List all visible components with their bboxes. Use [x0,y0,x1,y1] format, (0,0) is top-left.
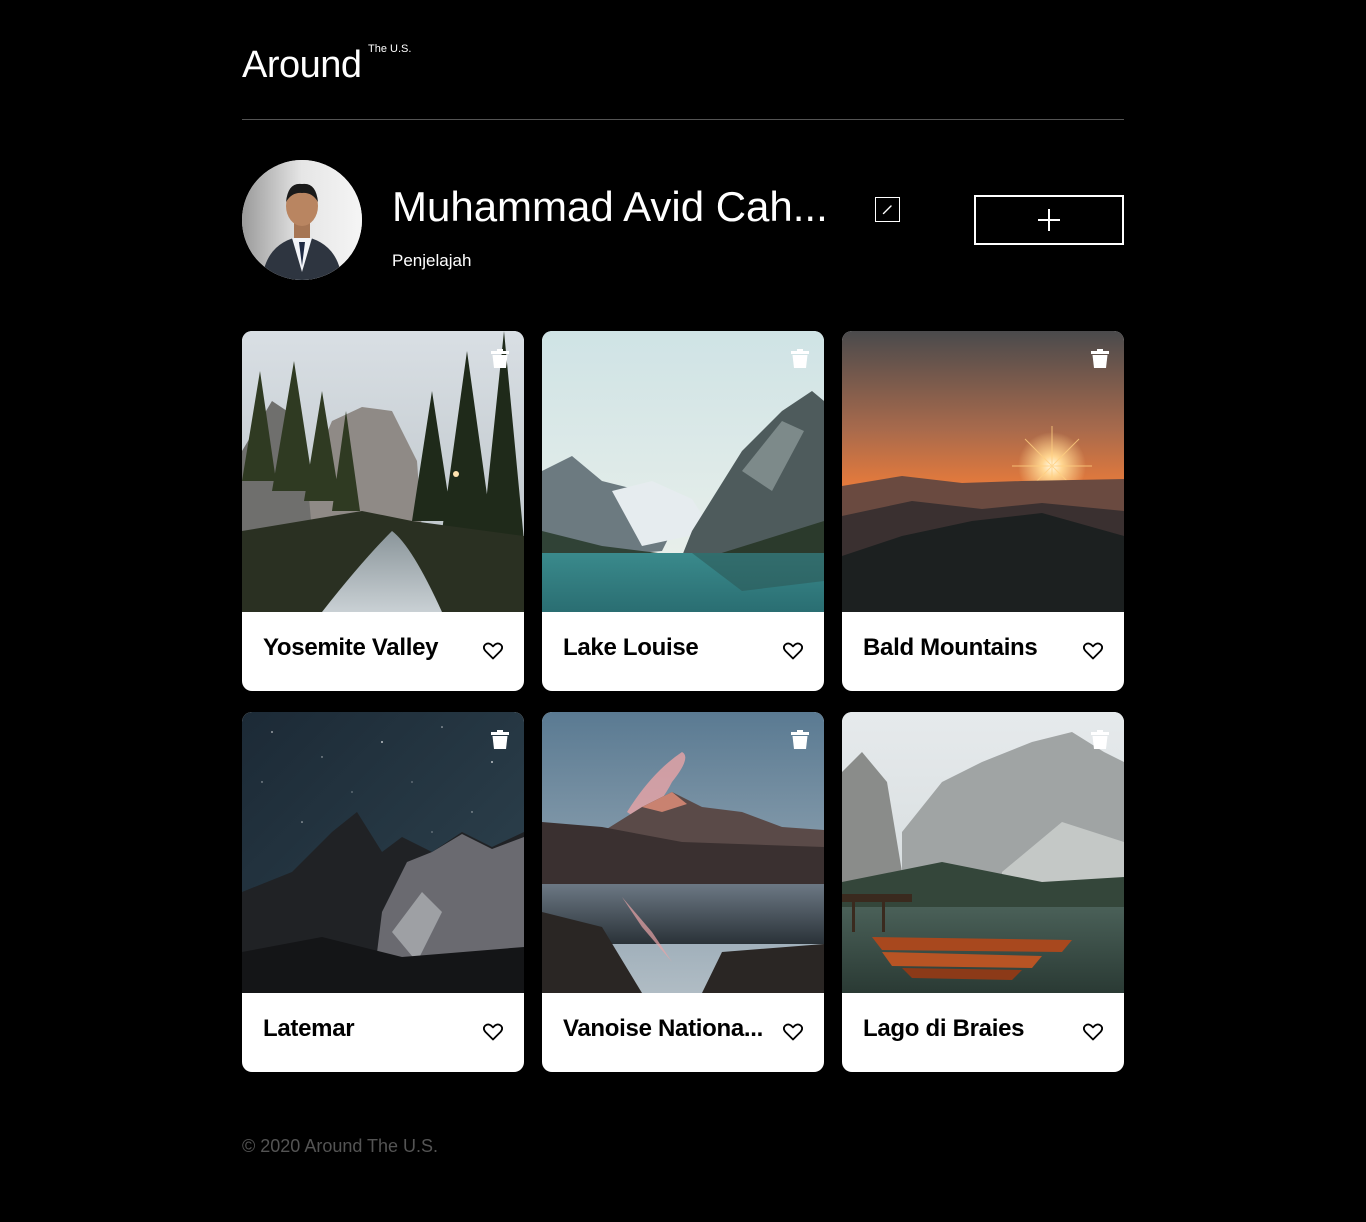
card-title: Vanoise Nationa... [563,1015,763,1042]
card-image[interactable] [842,331,1124,612]
card-title: Latemar [263,1015,355,1042]
card-title: Yosemite Valley [263,634,439,661]
pencil-icon [882,205,892,215]
heart-icon[interactable] [483,642,503,660]
heart-icon[interactable] [783,1023,803,1041]
card-title: Lago di Braies [863,1015,1025,1042]
card-image[interactable] [542,712,824,993]
plus-icon [1038,209,1060,231]
page: Around The U.S. Muhammad Avid Cah... Pen… [242,0,1124,1222]
footer: © 2020 Around The U.S. [242,1136,439,1156]
trash-icon[interactable] [1091,730,1109,749]
trash-icon[interactable] [491,730,509,749]
heart-icon[interactable] [783,642,803,660]
card-title: Bald Mountains [863,634,1038,661]
card-image[interactable] [542,331,824,612]
profile: Muhammad Avid Cah... Penjelajah [242,160,1124,280]
trash-icon[interactable] [491,349,509,368]
header: Around The U.S. [242,40,1124,120]
card-image[interactable] [242,331,524,612]
card: Yosemite Valley [242,331,524,691]
logo-superscript: The U.S. [368,43,412,55]
profile-about: Penjelajah [392,251,472,270]
card: Lago di Braies [842,712,1124,1072]
trash-icon[interactable] [791,349,809,368]
edit-profile-button[interactable] [875,197,900,222]
card-image[interactable] [842,712,1124,993]
card: Vanoise Nationa... [542,712,824,1072]
card: Lake Louise [542,331,824,691]
card: Bald Mountains [842,331,1124,691]
heart-icon[interactable] [1083,642,1103,660]
card: Latemar [242,712,524,1072]
profile-name: Muhammad Avid Cah... [392,183,828,230]
avatar [242,160,362,280]
card-image[interactable] [242,712,524,993]
cards-grid: Yosemite Valley Lake Louise Bald Mountai… [242,331,1124,1072]
trash-icon[interactable] [1091,349,1109,368]
logo: Around [242,44,362,86]
card-title: Lake Louise [563,634,699,661]
heart-icon[interactable] [1083,1023,1103,1041]
add-card-button[interactable] [974,195,1124,245]
trash-icon[interactable] [791,730,809,749]
heart-icon[interactable] [483,1023,503,1041]
